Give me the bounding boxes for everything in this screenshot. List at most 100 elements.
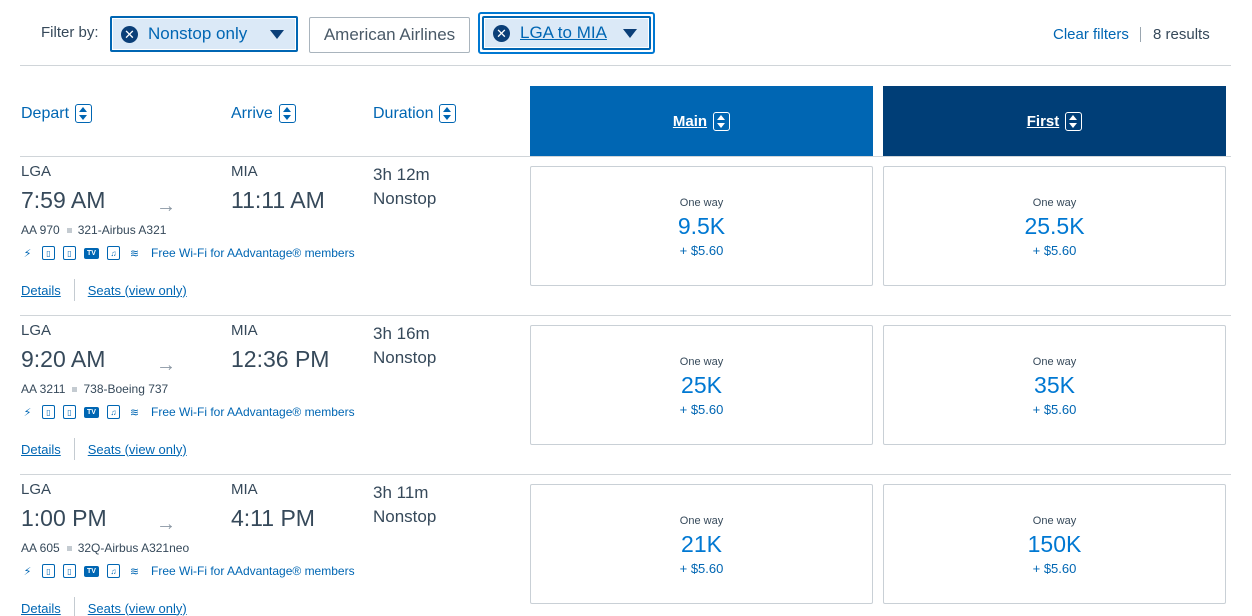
column-label: Arrive <box>231 104 273 122</box>
fare-fee: + $5.60 <box>1032 402 1077 417</box>
aircraft-type: 321-Airbus A321 <box>77 223 167 237</box>
flight-row: LGA 1:00 PM → MIA 4:11 PM 3h 11m Nonstop… <box>0 475 1252 616</box>
flight-number: AA 605 <box>21 541 60 555</box>
cabin-label: First <box>1026 112 1060 130</box>
amenities: ⚡ ▯ ▯ TV ♫ ≋ Free Wi-Fi for AAdvantage® … <box>21 246 355 260</box>
stops: Nonstop <box>373 348 437 367</box>
wifi-icon: ≋ <box>129 565 140 578</box>
destination-airport: MIA <box>231 322 258 339</box>
tv-icon: TV <box>84 565 99 577</box>
sort-depart[interactable]: Depart <box>21 104 93 123</box>
flight-links: Details Seats (view only) <box>21 597 187 616</box>
wifi-text: Free Wi-Fi for AAdvantage® members <box>151 405 355 419</box>
details-link[interactable]: Details <box>21 283 61 298</box>
arrive-time: 4:11 PM <box>231 505 315 531</box>
fare-first[interactable]: One way 35K + $5.60 <box>883 325 1226 445</box>
filter-chip-label: American Airlines <box>323 25 456 44</box>
flight-duration: 3h 12m <box>373 165 430 184</box>
wifi-text: Free Wi-Fi for AAdvantage® members <box>151 564 355 578</box>
fare-fee: + $5.60 <box>679 402 724 417</box>
flight-info: AA 605 32Q-Airbus A321neo <box>21 541 189 555</box>
usb-icon: ▯ <box>42 405 55 419</box>
fare-first[interactable]: One way 25.5K + $5.60 <box>883 166 1226 286</box>
fare-label: One way <box>679 515 724 527</box>
cabin-header-main[interactable]: Main <box>530 86 873 156</box>
sort-icon <box>75 104 93 123</box>
separator-dot <box>66 227 72 233</box>
fare-main[interactable]: One way 21K + $5.60 <box>530 484 873 604</box>
details-link[interactable]: Details <box>21 601 61 616</box>
divider <box>73 438 75 460</box>
sort-arrive[interactable]: Arrive <box>231 104 296 123</box>
fare-label: One way <box>1032 515 1077 527</box>
cabin-header-first[interactable]: First <box>883 86 1226 156</box>
wifi-icon: ≋ <box>129 406 140 419</box>
origin-airport: LGA <box>21 322 52 339</box>
fare-fee: + $5.60 <box>679 561 724 576</box>
fare-miles: 150K <box>1027 531 1082 557</box>
filter-chip-nonstop[interactable]: ✕ Nonstop only <box>110 16 298 52</box>
arrive-time: 11:11 AM <box>231 187 325 213</box>
flight-row: LGA 7:59 AM → MIA 11:11 AM 3h 12m Nonsto… <box>0 157 1252 316</box>
details-link[interactable]: Details <box>21 442 61 457</box>
seats-link[interactable]: Seats (view only) <box>88 442 187 457</box>
flight-number: AA 970 <box>21 223 60 237</box>
wifi-text: Free Wi-Fi for AAdvantage® members <box>151 246 355 260</box>
filter-by-label: Filter by: <box>41 24 99 41</box>
column-label: Duration <box>373 104 434 122</box>
filter-chip-route-focus[interactable]: ✕ LGA to MIA <box>478 12 655 54</box>
arrow-right-icon: → <box>156 195 176 217</box>
fare-first[interactable]: One way 150K + $5.60 <box>883 484 1226 604</box>
flight-duration: 3h 11m <box>373 483 429 502</box>
fare-main[interactable]: One way 9.5K + $5.60 <box>530 166 873 286</box>
chevron-down-icon <box>270 29 284 39</box>
clear-filters-link[interactable]: Clear filters <box>1053 26 1129 43</box>
sort-duration[interactable]: Duration <box>373 104 457 123</box>
filter-chip-label: Nonstop only <box>148 24 248 43</box>
filter-chip-american-airlines[interactable]: American Airlines <box>309 17 470 53</box>
chevron-down-icon <box>623 28 637 38</box>
sort-icon <box>439 104 457 123</box>
filter-bar: Filter by: ✕ Nonstop only American Airli… <box>0 0 1252 66</box>
column-label: Depart <box>21 104 70 122</box>
aircraft-type: 738-Boeing 737 <box>83 382 169 396</box>
fare-main[interactable]: One way 25K + $5.60 <box>530 325 873 445</box>
divider <box>20 65 1231 66</box>
fare-miles: 35K <box>1034 372 1075 398</box>
fare-fee: + $5.60 <box>1032 243 1077 258</box>
arrow-right-icon: → <box>156 354 176 376</box>
cabin-label: Main <box>672 112 708 130</box>
fare-miles: 25.5K <box>1024 213 1085 239</box>
remove-filter-icon[interactable]: ✕ <box>493 24 510 42</box>
flight-number: AA 3211 <box>21 382 66 396</box>
stops: Nonstop <box>373 507 437 526</box>
phone-icon: ▯ <box>63 564 76 578</box>
power-outlet-icon: ⚡ <box>23 406 32 419</box>
fare-fee: + $5.60 <box>679 243 724 258</box>
usb-icon: ▯ <box>42 246 55 260</box>
flight-row: LGA 9:20 AM → MIA 12:36 PM 3h 16m Nonsto… <box>0 316 1252 475</box>
flight-info: AA 3211 738-Boeing 737 <box>21 382 168 396</box>
depart-time: 7:59 AM <box>21 187 106 213</box>
tv-icon: TV <box>84 406 99 418</box>
fare-label: One way <box>679 356 724 368</box>
filter-chip-route[interactable]: ✕ LGA to MIA <box>482 16 651 50</box>
separator-dot <box>66 545 72 551</box>
remove-filter-icon[interactable]: ✕ <box>121 25 138 43</box>
seats-link[interactable]: Seats (view only) <box>88 283 187 298</box>
flight-links: Details Seats (view only) <box>21 438 187 460</box>
fare-label: One way <box>1032 197 1077 209</box>
sort-icon <box>278 104 296 123</box>
music-icon: ♫ <box>107 564 120 578</box>
depart-time: 1:00 PM <box>21 505 107 531</box>
amenities: ⚡ ▯ ▯ TV ♫ ≋ Free Wi-Fi for AAdvantage® … <box>21 564 355 578</box>
seats-link[interactable]: Seats (view only) <box>88 601 187 616</box>
destination-airport: MIA <box>231 163 258 180</box>
fare-miles: 25K <box>681 372 722 398</box>
sort-icon <box>1065 111 1083 131</box>
depart-time: 9:20 AM <box>21 346 106 372</box>
wifi-icon: ≋ <box>129 247 140 260</box>
divider <box>73 597 75 616</box>
divider <box>1140 27 1141 42</box>
stops: Nonstop <box>373 189 437 208</box>
